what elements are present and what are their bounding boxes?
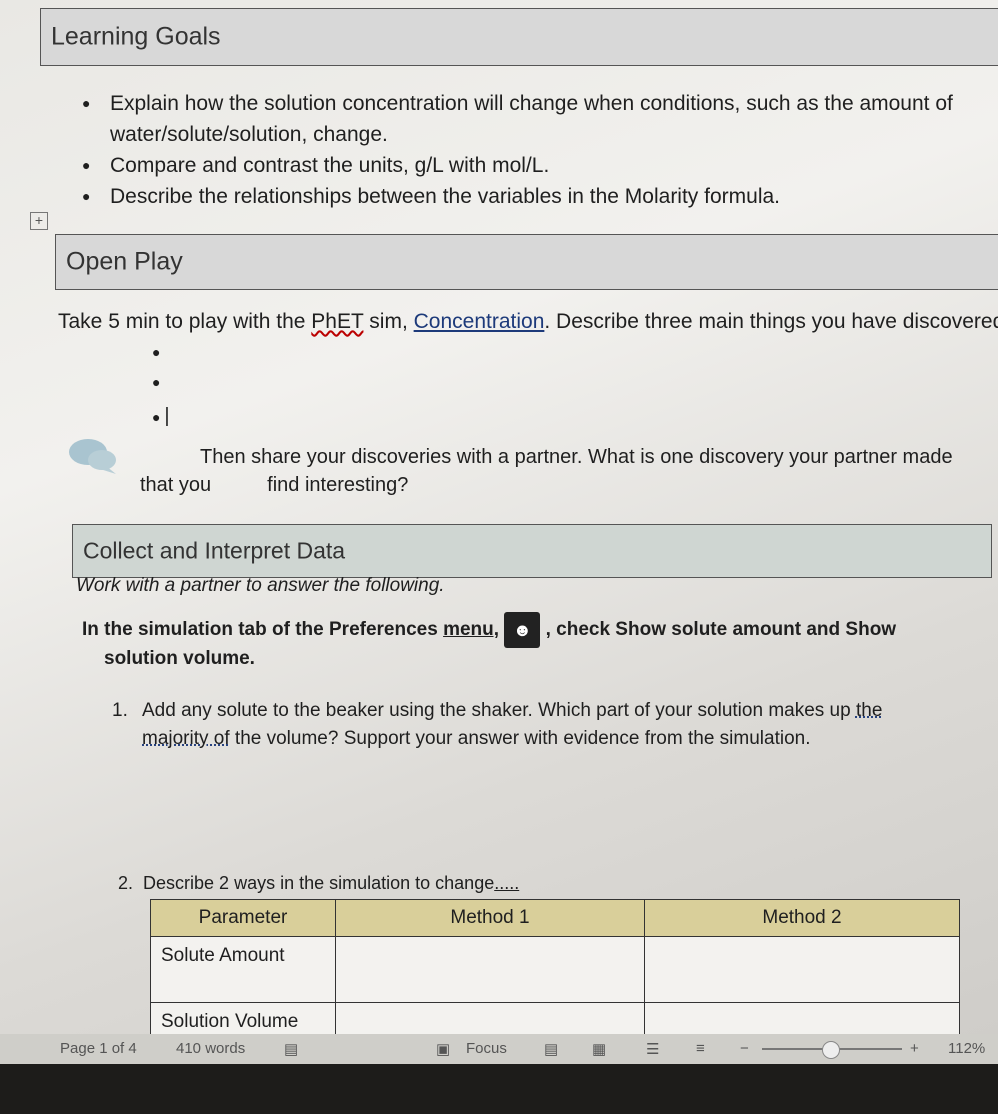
focus-button[interactable]: Focus (466, 1040, 507, 1057)
read-mode-icon[interactable]: ▦ (592, 1040, 606, 1058)
question-1-line1: Add any solute to the beaker using the s… (142, 700, 883, 721)
open-play-prompt: Take 5 min to play with the PhET sim, Co… (58, 310, 998, 333)
empty-bullet-1[interactable]: ● (152, 344, 160, 360)
document-page: Learning Goals Explain how the solution … (0, 0, 998, 1034)
table-header-row: Parameter Method 1 Method 2 (150, 899, 960, 937)
question-1-line2: majority of the volume? Support your ans… (142, 728, 811, 749)
print-layout-icon[interactable]: ▤ (544, 1040, 558, 1058)
table-move-handle-icon[interactable]: + (30, 212, 48, 230)
table-row: Solute Amount (150, 936, 960, 1003)
row-solute-amount-method-1[interactable] (335, 936, 645, 1003)
open-play-title: Open Play (66, 247, 183, 276)
word-count[interactable]: 410 words (176, 1040, 245, 1057)
preferences-instruction: In the simulation tab of the Preferences… (82, 612, 896, 648)
learning-goals-list: Explain how the solution concentration w… (78, 88, 978, 212)
methods-table: Parameter Method 1 Method 2 Solute Amoun… (150, 899, 960, 1034)
preferences-instruction-line2: solution volume. (104, 648, 255, 669)
collect-data-title: Collect and Interpret Data (83, 537, 346, 564)
zoom-level[interactable]: 112% (948, 1040, 985, 1057)
share-line-1: Then share your discoveries with a partn… (200, 446, 953, 468)
discussion-icon (69, 439, 116, 474)
learning-goals-title: Learning Goals (51, 22, 221, 51)
table-row: Solution Volume (150, 1002, 960, 1034)
concentration-link[interactable]: Concentration (414, 310, 545, 333)
collect-data-heading: Collect and Interpret Data (72, 524, 992, 578)
header-parameter: Parameter (150, 899, 336, 937)
partner-instruction: Work with a partner to answer the follow… (76, 575, 445, 596)
focus-icon[interactable]: ▣ (436, 1040, 450, 1058)
accessibility-icon[interactable]: ▤ (284, 1040, 298, 1058)
web-layout-icon[interactable]: ☰ (646, 1040, 659, 1058)
empty-bullet-2[interactable]: ● (152, 374, 160, 390)
row-solution-volume-method-1[interactable] (335, 1002, 645, 1034)
share-line-2: that you find interesting? (140, 474, 409, 496)
preferences-user-gear-icon: ☻ (504, 612, 541, 648)
goal-item-3: Describe the relationships between the v… (78, 181, 978, 212)
question-1-number: 1. (112, 700, 128, 721)
header-method-1: Method 1 (335, 899, 645, 937)
screen-bezel (0, 1064, 998, 1114)
zoom-out-button[interactable]: − (740, 1040, 749, 1057)
row-solution-volume-label: Solution Volume (150, 1002, 336, 1034)
zoom-slider-thumb[interactable] (822, 1041, 840, 1059)
learning-goals-heading: Learning Goals (40, 8, 998, 66)
preferences-menu-link[interactable]: menu, (443, 619, 499, 640)
goal-item-2: Compare and contrast the units, g/L with… (78, 150, 978, 181)
status-bar: Page 1 of 4 410 words ▤ ▣ Focus ▤ ▦ ☰ ≡ … (0, 1034, 998, 1064)
row-solution-volume-method-2[interactable] (644, 1002, 960, 1034)
row-solute-amount-method-2[interactable] (644, 936, 960, 1003)
open-play-heading: Open Play (55, 234, 998, 290)
page-count[interactable]: Page 1 of 4 (60, 1040, 137, 1057)
header-method-2: Method 2 (644, 899, 960, 937)
empty-bullet-3[interactable]: ● | (152, 405, 170, 428)
row-solute-amount-label: Solute Amount (150, 936, 336, 1003)
question-2: 2. Describe 2 ways in the simulation to … (118, 873, 520, 893)
zoom-in-button[interactable]: + (910, 1040, 919, 1057)
goal-item-1: Explain how the solution concentration w… (78, 88, 978, 150)
phet-word: PhET (311, 310, 364, 333)
outline-icon[interactable]: ≡ (696, 1040, 705, 1057)
